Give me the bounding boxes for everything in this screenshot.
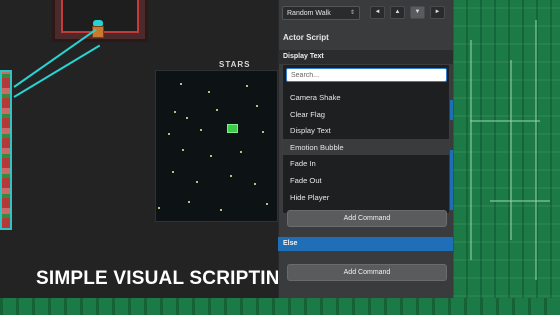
command-header[interactable]: Display Text (278, 50, 453, 64)
direction-right-button[interactable]: ► (430, 6, 445, 19)
garden-scene[interactable] (0, 70, 12, 230)
movement-type-value: Random Walk (287, 10, 331, 17)
direction-up-button[interactable]: ▲ (390, 6, 405, 19)
direction-left-button[interactable]: ◄ (370, 6, 385, 19)
circuit-trace (470, 120, 540, 122)
circuit-board-background-bottom (0, 298, 560, 315)
circuit-trace (470, 40, 472, 260)
command-option[interactable]: Camera Shake (283, 89, 449, 106)
scene-name-label: STARS (219, 60, 251, 69)
chevron-updown-icon: ⇕ (349, 10, 355, 16)
circuit-trace (510, 60, 512, 240)
circuit-trace (535, 20, 537, 280)
direction-down-button[interactable]: ▼ (410, 6, 425, 19)
command-option[interactable]: Display Text (283, 122, 449, 139)
actor-sprite[interactable] (227, 124, 238, 133)
movement-type-select[interactable]: Random Walk ⇕ (282, 6, 360, 20)
command-option[interactable]: Clear Flag (283, 106, 449, 123)
command-dropdown[interactable]: Camera Shake Clear Flag Display Text Emo… (282, 64, 450, 214)
headline-caption: SIMPLE VISUAL SCRIPTING (36, 268, 295, 289)
add-command-button[interactable]: Add Command (287, 210, 447, 227)
stars-scene[interactable] (155, 70, 278, 222)
command-option-list: Camera Shake Clear Flag Display Text Emo… (283, 89, 449, 213)
command-option[interactable]: Fade In (283, 155, 449, 172)
circuit-trace (490, 200, 550, 202)
circuit-board-background (452, 0, 560, 315)
command-option-highlighted[interactable]: Emotion Bubble (283, 138, 449, 156)
command-option[interactable]: Fade Out (283, 172, 449, 189)
command-option[interactable]: Hide Player (283, 189, 449, 206)
command-search-input[interactable] (286, 68, 447, 82)
add-command-else-button[interactable]: Add Command (287, 264, 447, 281)
section-title: Actor Script (283, 33, 329, 42)
else-branch-header[interactable]: Else (278, 237, 453, 251)
